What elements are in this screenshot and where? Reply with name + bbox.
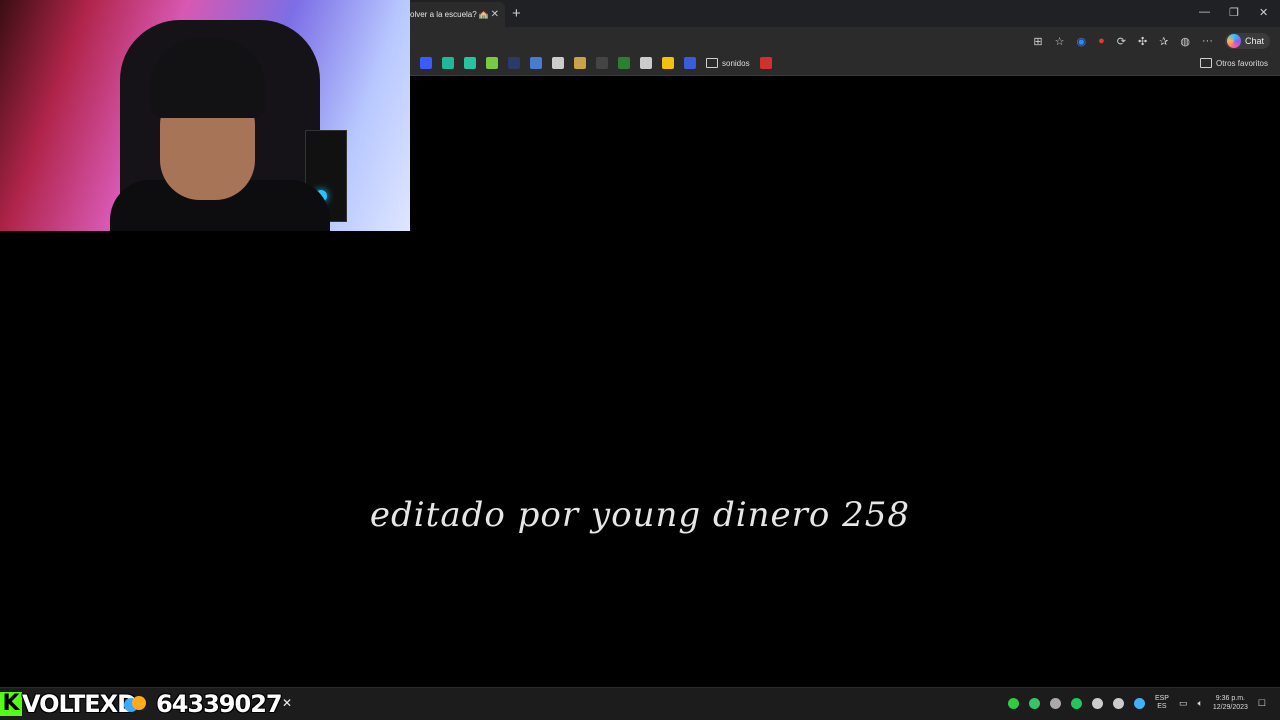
other-favorites-button[interactable]: Otros favoritos — [1199, 58, 1268, 68]
editor-credit-caption: editado por young dinero 258 — [369, 495, 911, 535]
tab-title: olver a la escuela? 🏫 — [410, 10, 489, 19]
favorite-site-icon[interactable] — [596, 57, 608, 69]
favorite-site-icon[interactable] — [684, 57, 696, 69]
favorite-site-icon[interactable] — [640, 57, 652, 69]
favorite-site-icon[interactable] — [442, 57, 454, 69]
favorite-site-icon[interactable] — [464, 57, 476, 69]
favorite-site-icon[interactable] — [574, 57, 586, 69]
split-screen-icon[interactable]: ⊞ — [1033, 35, 1042, 48]
taskbar-app-icon[interactable]: ✕ — [280, 696, 294, 710]
favorite-site-icon[interactable] — [618, 57, 630, 69]
favorite-site-icon[interactable] — [759, 57, 772, 69]
browser-toolbar-icons: ⊞ ☆ ◉ ● ⟳ ✣ ✰ ◍ ··· Chat — [1033, 33, 1270, 49]
kick-logo-icon: K — [0, 692, 22, 716]
favorites-icons: sonidos — [420, 57, 772, 69]
tray-app-icon[interactable] — [1070, 697, 1082, 709]
volume-icon[interactable]: 🔈︎ — [1197, 698, 1202, 709]
maximize-button[interactable]: ❐ — [1229, 6, 1239, 19]
refresh-extension-icon[interactable]: ⟳ — [1117, 35, 1126, 48]
tray-app-icon[interactable] — [1133, 697, 1145, 709]
favorite-site-icon[interactable] — [508, 57, 520, 69]
tray-app-icon[interactable] — [1007, 697, 1019, 709]
extension-red-icon[interactable]: ● — [1098, 35, 1105, 47]
copilot-icon — [1226, 34, 1241, 48]
notifications-icon[interactable]: ☐ — [1258, 698, 1266, 709]
close-window-button[interactable]: ✕ — [1259, 6, 1268, 19]
copilot-chat-button[interactable]: Chat — [1224, 33, 1270, 49]
folder-icon — [1199, 58, 1212, 68]
channel-name: VOLTEXD — [22, 690, 137, 718]
favorite-site-icon[interactable] — [486, 57, 498, 69]
extensions-icon[interactable]: ✣ — [1138, 35, 1147, 48]
favorites-folder-sonidos[interactable]: sonidos — [706, 58, 750, 68]
favorite-star-icon[interactable]: ☆ — [1055, 35, 1065, 48]
minimize-button[interactable]: — — [1199, 6, 1210, 18]
coin-icon — [124, 696, 146, 712]
other-favorites-label: Otros favoritos — [1215, 58, 1268, 68]
language-indicator[interactable]: ESP ES — [1155, 695, 1169, 711]
favorite-site-icon[interactable] — [552, 57, 564, 69]
chat-label: Chat — [1244, 36, 1264, 46]
beanie — [150, 38, 265, 118]
new-tab-button[interactable]: + — [512, 5, 521, 22]
favorite-site-icon[interactable] — [662, 57, 674, 69]
system-tray: ESP ES ▭ 🔈︎ 9:36 p.m. 12/29/2023 ☐ — [1007, 694, 1266, 712]
clock-date: 12/29/2023 — [1212, 704, 1248, 711]
favorite-site-icon[interactable] — [420, 57, 432, 69]
clock[interactable]: 9:36 p.m. 12/29/2023 — [1213, 694, 1248, 712]
tray-app-icon[interactable] — [1028, 697, 1040, 709]
language-top: ESP — [1154, 695, 1169, 702]
folder-label: sonidos — [722, 58, 750, 68]
tray-app-icon[interactable] — [1091, 697, 1103, 709]
webcam-overlay — [0, 0, 410, 231]
tray-app-icon[interactable] — [1049, 697, 1061, 709]
language-bottom: ES — [1157, 703, 1167, 710]
coin-count: 64339027 — [156, 690, 283, 718]
favorites-icon[interactable]: ✰ — [1159, 35, 1168, 48]
extension-wave-icon[interactable]: ◉ — [1076, 35, 1086, 48]
taskbar: K VOLTEXD 64339027 ✕ ESP ES ▭ 🔈︎ 9:36 p.… — [0, 687, 1280, 720]
profile-avatar[interactable]: ◍ — [1180, 35, 1190, 48]
more-menu-icon[interactable]: ··· — [1202, 35, 1213, 47]
browser-tab[interactable]: olver a la escuela? 🏫 ✕ — [400, 2, 505, 27]
clock-time: 9:36 p.m. — [1215, 695, 1245, 702]
tab-close-icon[interactable]: ✕ — [491, 9, 499, 20]
network-icon[interactable]: ▭ — [1179, 698, 1188, 709]
favorite-site-icon[interactable] — [530, 57, 542, 69]
folder-icon — [706, 58, 718, 68]
tray-app-icon[interactable] — [1112, 697, 1124, 709]
